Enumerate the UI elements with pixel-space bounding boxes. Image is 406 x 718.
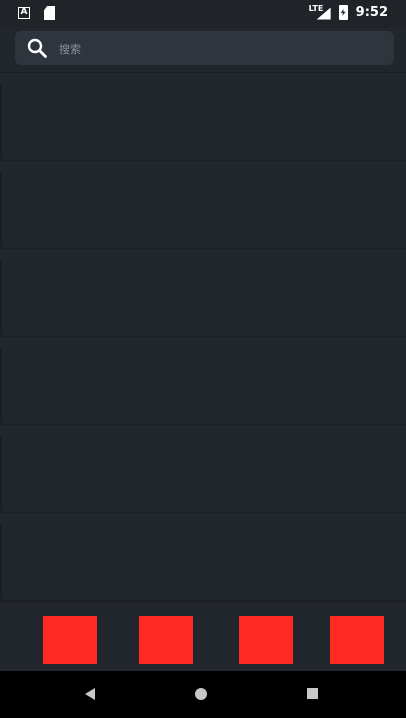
system-navigation-bar xyxy=(0,671,406,718)
list-item[interactable] xyxy=(0,161,406,249)
list-item[interactable] xyxy=(0,249,406,337)
list-item[interactable] xyxy=(0,513,406,601)
list-item[interactable] xyxy=(0,425,406,513)
sd-card-icon xyxy=(44,6,55,20)
status-time: 9:52 xyxy=(355,5,388,20)
search-box[interactable] xyxy=(15,31,394,65)
back-icon[interactable] xyxy=(85,688,95,700)
status-bar: A LTE 9:52 xyxy=(0,0,406,28)
search-header xyxy=(0,28,406,73)
tab-1[interactable] xyxy=(43,616,97,664)
search-icon[interactable] xyxy=(27,38,47,58)
content-list[interactable] xyxy=(0,73,406,601)
bottom-tab-bar xyxy=(0,601,406,672)
network-type-label: LTE xyxy=(308,3,324,13)
list-item[interactable] xyxy=(0,73,406,161)
battery-icon xyxy=(338,5,348,20)
recents-icon[interactable] xyxy=(307,688,318,699)
tab-4[interactable] xyxy=(330,616,384,664)
signal-icon: LTE xyxy=(308,3,331,20)
tab-3[interactable] xyxy=(239,616,293,664)
search-input[interactable] xyxy=(57,35,381,63)
notification-a-icon: A xyxy=(18,7,30,19)
list-item[interactable] xyxy=(0,337,406,425)
tab-2[interactable] xyxy=(139,616,193,664)
home-icon[interactable] xyxy=(195,688,207,700)
